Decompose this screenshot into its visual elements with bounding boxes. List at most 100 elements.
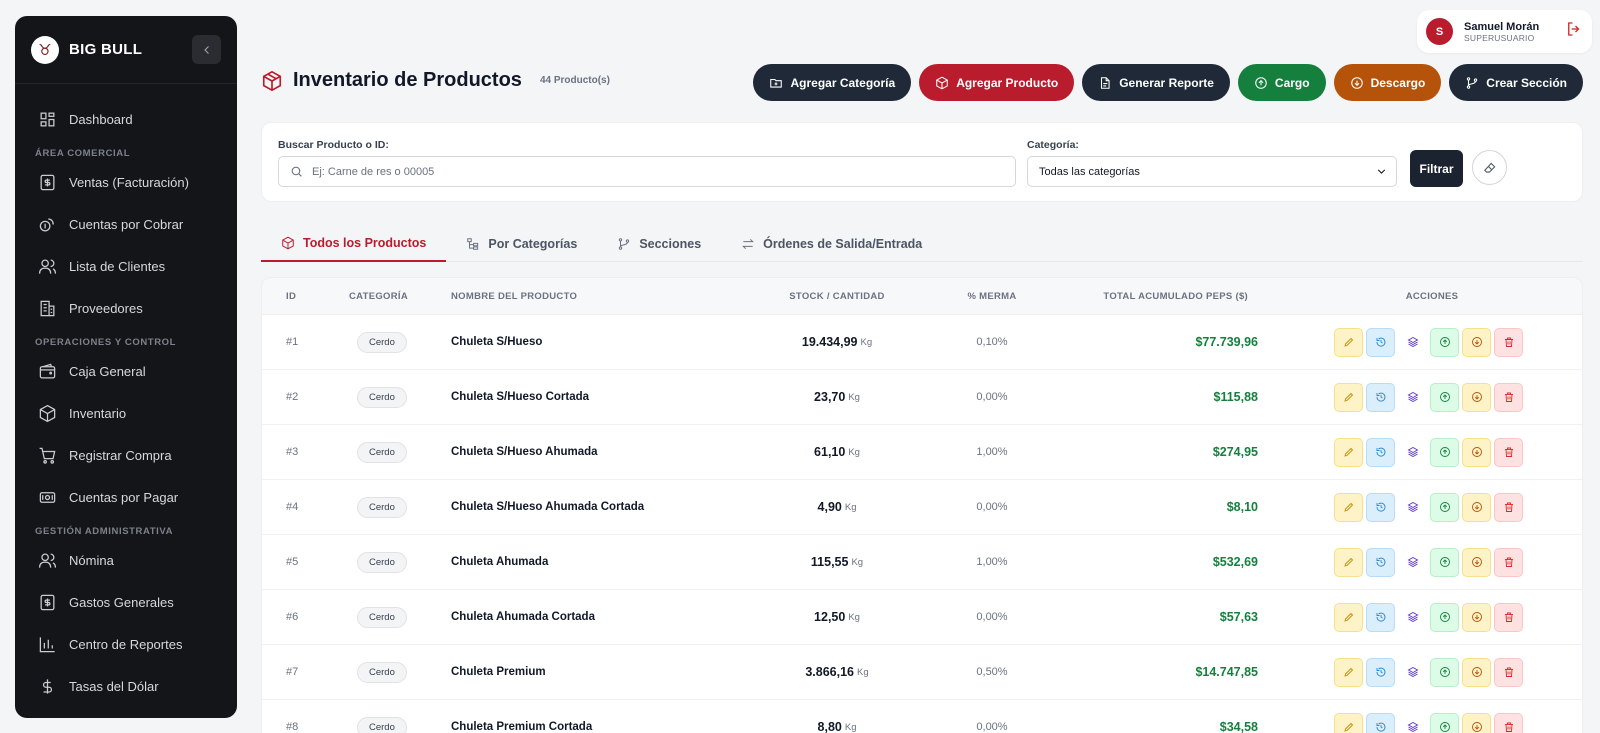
- descargo-button[interactable]: [1462, 492, 1491, 522]
- column-header-id[interactable]: ID: [286, 291, 296, 302]
- cargo-button[interactable]: [1430, 602, 1459, 632]
- delete-button[interactable]: [1494, 657, 1523, 687]
- column-header-acciones[interactable]: ACCIONES: [1334, 291, 1530, 302]
- search-placeholder: Ej: Carne de res o 00005: [312, 165, 435, 178]
- sidebar-item-ventas-facturacion[interactable]: Ventas (Facturación): [15, 161, 237, 203]
- table-row[interactable]: #8 Cerdo Chuleta Premium Cortada 8,80 Kg 0,00…: [262, 700, 1582, 733]
- descargo-button[interactable]: Descargo: [1333, 64, 1442, 101]
- descargo-button[interactable]: [1462, 602, 1491, 632]
- sidebar-item-gastos-generales[interactable]: Gastos Generales: [15, 581, 237, 623]
- category-select[interactable]: Todas las categorías: [1027, 156, 1397, 187]
- sidebar-item-proveedores[interactable]: Proveedores: [15, 287, 237, 329]
- batches-button[interactable]: [1398, 547, 1427, 577]
- descargo-button[interactable]: [1462, 437, 1491, 467]
- stock-value: 8,80: [817, 720, 842, 733]
- column-header-nombre-del-producto[interactable]: NOMBRE DEL PRODUCTO: [451, 291, 577, 302]
- collapse-sidebar-button[interactable]: [192, 35, 221, 64]
- descargo-button[interactable]: [1462, 327, 1491, 357]
- descargo-button[interactable]: [1462, 657, 1491, 687]
- descargo-button[interactable]: [1462, 712, 1491, 733]
- cargo-button[interactable]: [1430, 547, 1459, 577]
- cargo-button[interactable]: [1430, 492, 1459, 522]
- history-button[interactable]: [1366, 327, 1395, 357]
- cargo-button[interactable]: [1430, 382, 1459, 412]
- generar-reporte-button[interactable]: Generar Reporte: [1082, 64, 1230, 101]
- delete-button[interactable]: [1494, 382, 1523, 412]
- sidebar-item-cuentas-por-cobrar[interactable]: Cuentas por Cobrar: [15, 203, 237, 245]
- edit-button[interactable]: [1334, 492, 1363, 522]
- cargo-button[interactable]: Cargo: [1237, 64, 1326, 101]
- history-button[interactable]: [1366, 657, 1395, 687]
- sidebar-item-inventario[interactable]: Inventario: [15, 392, 237, 434]
- sidebar-item-centro-de-reportes[interactable]: Centro de Reportes: [15, 623, 237, 665]
- clear-filter-button[interactable]: [1472, 150, 1507, 185]
- edit-button[interactable]: [1334, 382, 1363, 412]
- sidebar-item-caja-general[interactable]: Caja General: [15, 350, 237, 392]
- delete-button[interactable]: [1494, 492, 1523, 522]
- history-button[interactable]: [1366, 492, 1395, 522]
- cargo-button[interactable]: [1430, 437, 1459, 467]
- table-row[interactable]: #7 Cerdo Chuleta Premium 3.866,16 Kg 0,50% $14…: [262, 645, 1582, 700]
- table-row[interactable]: #5 Cerdo Chuleta Ahumada 115,55 Kg 1,00% $532,…: [262, 535, 1582, 590]
- sidebar-nav: Dashboard ÁREA COMERCIAL Ventas (Facturaci…: [15, 84, 237, 707]
- history-button[interactable]: [1366, 602, 1395, 632]
- sidebar-item-dashboard[interactable]: Dashboard: [15, 98, 237, 140]
- cargo-button[interactable]: [1430, 327, 1459, 357]
- delete-button[interactable]: [1494, 602, 1523, 632]
- table-row[interactable]: #2 Cerdo Chuleta S/Hueso Cortada 23,70 Kg 0,0…: [262, 370, 1582, 425]
- delete-button[interactable]: [1494, 547, 1523, 577]
- delete-button[interactable]: [1494, 712, 1523, 733]
- edit-button[interactable]: [1334, 602, 1363, 632]
- sidebar-item-lista-de-clientes[interactable]: Lista de Clientes: [15, 245, 237, 287]
- table-row[interactable]: #3 Cerdo Chuleta S/Hueso Ahumada 61,10 Kg 1,0…: [262, 425, 1582, 480]
- cargo-button[interactable]: [1430, 657, 1459, 687]
- edit-button[interactable]: [1334, 437, 1363, 467]
- edit-button[interactable]: [1334, 657, 1363, 687]
- tab-secciones[interactable]: Secciones: [597, 225, 721, 262]
- cargo-button[interactable]: [1430, 712, 1459, 733]
- filter-button[interactable]: Filtrar: [1410, 150, 1463, 187]
- history-button[interactable]: [1366, 382, 1395, 412]
- avatar[interactable]: S: [1426, 18, 1453, 45]
- batches-button[interactable]: [1398, 492, 1427, 522]
- delete-button[interactable]: [1494, 437, 1523, 467]
- tab-todos-los-productos[interactable]: Todos los Productos: [261, 225, 447, 262]
- agregar-producto-button[interactable]: Agregar Producto: [919, 64, 1075, 101]
- history-button[interactable]: [1366, 547, 1395, 577]
- batches-button[interactable]: [1398, 657, 1427, 687]
- sidebar-item-cuentas-por-pagar[interactable]: Cuentas por Pagar: [15, 476, 237, 518]
- table-row[interactable]: #1 Cerdo Chuleta S/Hueso 19.434,99 Kg 0,10% $7…: [262, 315, 1582, 370]
- crear-seccion-button[interactable]: Crear Sección: [1449, 64, 1583, 101]
- edit-button[interactable]: [1334, 712, 1363, 733]
- agregar-categoria-button[interactable]: Agregar Categoría: [753, 64, 912, 101]
- batches-button[interactable]: [1398, 602, 1427, 632]
- delete-button[interactable]: [1494, 327, 1523, 357]
- sidebar-item-tasas-del-dolar[interactable]: Tasas del Dólar: [15, 665, 237, 707]
- bull-logo-icon: ♉: [31, 35, 59, 64]
- edit-button[interactable]: [1334, 547, 1363, 577]
- sidebar-item-registrar-compra[interactable]: Registrar Compra: [15, 434, 237, 476]
- history-button[interactable]: [1366, 437, 1395, 467]
- tab-por-categorias[interactable]: Por Categorías: [446, 225, 597, 262]
- batches-button[interactable]: [1398, 382, 1427, 412]
- edit-button[interactable]: [1334, 327, 1363, 357]
- sidebar-item-nomina[interactable]: Nómina: [15, 539, 237, 581]
- table-row[interactable]: #6 Cerdo Chuleta Ahumada Cortada 12,50 Kg 0,0…: [262, 590, 1582, 645]
- table-row[interactable]: #4 Cerdo Chuleta S/Hueso Ahumada Cortada 4,…: [262, 480, 1582, 535]
- descargo-button[interactable]: [1462, 547, 1491, 577]
- row-actions: [1334, 645, 1523, 699]
- history-icon: [1376, 337, 1385, 347]
- column-header-total-acumulado-peps[interactable]: TOTAL ACUMULADO PEPS ($): [1062, 291, 1248, 302]
- logout-button[interactable]: [1565, 20, 1583, 43]
- batches-button[interactable]: [1398, 437, 1427, 467]
- tab-ordenes-de-salida-entrada[interactable]: Órdenes de Salida/Entrada: [721, 225, 942, 262]
- descargo-button[interactable]: [1462, 382, 1491, 412]
- history-button[interactable]: [1366, 712, 1395, 733]
- column-header-categoria[interactable]: CATEGORÍA: [349, 291, 408, 302]
- column-header-merma[interactable]: % MERMA: [912, 291, 1072, 302]
- batches-button[interactable]: [1398, 327, 1427, 357]
- category-badge: Cerdo: [357, 331, 407, 353]
- search-input[interactable]: Ej: Carne de res o 00005: [278, 156, 1016, 187]
- batches-button[interactable]: [1398, 712, 1427, 733]
- box-icon: [282, 236, 294, 249]
